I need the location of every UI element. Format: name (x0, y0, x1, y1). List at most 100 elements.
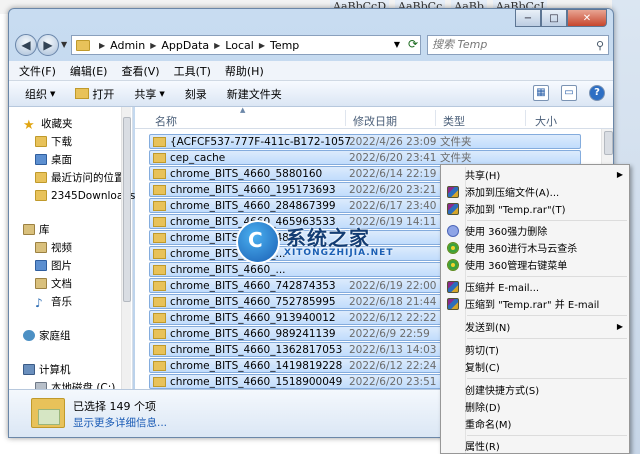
maximize-button[interactable]: □ (541, 9, 567, 27)
nav-videos[interactable]: 视频 (35, 239, 72, 256)
refresh-icon[interactable]: ⟳ (408, 37, 418, 51)
search-placeholder: 搜索 Temp (432, 38, 488, 51)
nav-libraries[interactable]: 库 (23, 221, 50, 238)
menu-help[interactable]: 帮助(H) (225, 63, 264, 79)
nav-scrollbar[interactable] (121, 107, 131, 389)
organize-button[interactable]: 组织 ▼ (25, 86, 55, 102)
menu-item-share[interactable]: 共享(H) ▶ (443, 166, 627, 183)
show-more-details-link[interactable]: 显示更多详细信息... (73, 415, 167, 430)
menu-item-add-archive[interactable]: 添加到压缩文件(A)... (443, 183, 627, 200)
nav-pictures[interactable]: 图片 (35, 257, 72, 274)
menu-label: 属性(R) (465, 442, 500, 453)
back-button[interactable]: ◀ (15, 34, 37, 56)
menu-item-360-trojan-scan[interactable]: 使用 360进行木马云查杀 (443, 239, 627, 256)
360-manage-icon (447, 258, 459, 271)
menu-item-compress-temp-email[interactable]: 压缩到 "Temp.rar" 并 E-mail (443, 295, 627, 312)
library-icon (23, 224, 35, 235)
nav-computer[interactable]: 计算机 (23, 361, 71, 378)
breadcrumb-temp[interactable]: Temp (270, 39, 299, 52)
burn-button[interactable]: 刻录 (185, 86, 207, 102)
chevron-down-icon: ▼ (159, 89, 165, 98)
breadcrumb-admin[interactable]: Admin (110, 39, 145, 52)
new-folder-button[interactable]: 新建文件夹 (227, 86, 282, 102)
nav-desktop[interactable]: 桌面 (35, 151, 72, 168)
site-watermark: C 系统之家 XITONGZHIJIA.NET (236, 214, 426, 274)
file-row[interactable]: {ACFCF537-777F-411c-B172-1057F89...2022/… (149, 134, 581, 149)
watermark-url: XITONGZHIJIA.NET (284, 248, 394, 258)
nav-homegroup[interactable]: 家庭组 (23, 327, 71, 344)
column-type[interactable]: 类型 (443, 113, 465, 129)
folder-icon (153, 200, 166, 211)
help-icon[interactable]: ? (589, 85, 605, 101)
nav-recent[interactable]: 最近访问的位置 (35, 169, 125, 186)
column-divider[interactable] (525, 110, 526, 126)
minimize-button[interactable]: − (515, 9, 541, 27)
nav-label: 图片 (51, 260, 72, 272)
breadcrumb-local[interactable]: Local (225, 39, 254, 52)
submenu-arrow-icon: ▶ (616, 170, 623, 179)
menu-view[interactable]: 查看(V) (121, 63, 159, 79)
menu-tools[interactable]: 工具(T) (174, 63, 211, 79)
chevron-down-icon: ▼ (50, 89, 56, 98)
file-name: cep_cache (170, 151, 226, 164)
selection-folder-icon (31, 398, 65, 428)
file-name: chrome_BITS_4660_284867399 (170, 199, 336, 212)
folder-icon (153, 152, 166, 163)
folder-icon (153, 312, 166, 323)
file-name: chrome_BITS_4660_989241139 (170, 327, 336, 340)
view-options-icon[interactable]: ▦ (533, 85, 549, 101)
nav-downloads[interactable]: 下载 (35, 133, 72, 150)
menu-label: 删除(D) (465, 403, 501, 414)
search-icon[interactable]: ⚲ (596, 37, 604, 55)
column-divider[interactable] (345, 110, 346, 126)
nav-favorites[interactable]: ★ 收藏夹 (23, 115, 73, 133)
menu-item-copy[interactable]: 复制(C) (443, 358, 627, 375)
menu-item-360-force-delete[interactable]: 使用 360强力删除 (443, 222, 627, 239)
scroll-thumb[interactable] (604, 131, 613, 155)
menu-label: 复制(C) (465, 363, 500, 374)
breadcrumb-appdata[interactable]: AppData (161, 39, 209, 52)
menu-item-cut[interactable]: 剪切(T) (443, 341, 627, 358)
nav-label: 视频 (51, 242, 72, 254)
desktop-icon (35, 154, 47, 165)
recent-pages-dropdown[interactable]: ▼ (61, 40, 67, 49)
winrar-icon (447, 280, 459, 293)
menu-separator (467, 315, 627, 316)
menu-item-360-manage-menu[interactable]: 使用 360管理右键菜单 (443, 256, 627, 273)
column-divider[interactable] (435, 110, 436, 126)
preview-pane-icon[interactable]: ▭ (561, 85, 577, 101)
file-type: 文件夹 (440, 152, 472, 164)
close-button[interactable]: ✕ (567, 9, 607, 27)
forward-button[interactable]: ▶ (37, 34, 59, 56)
organize-label: 组织 (25, 87, 47, 101)
menu-item-rename[interactable]: 重命名(M) (443, 415, 627, 432)
column-name[interactable]: 名称 (155, 113, 177, 129)
search-input[interactable]: 搜索 Temp ⚲ (427, 35, 609, 55)
menu-item-properties[interactable]: 属性(R) (443, 437, 627, 454)
caption-buttons: − □ ✕ (515, 9, 607, 27)
menu-edit[interactable]: 编辑(E) (70, 63, 108, 79)
file-name: chrome_BITS_4660_195173693 (170, 183, 336, 196)
folder-icon (153, 232, 166, 243)
menu-item-send-to[interactable]: 发送到(N) ▶ (443, 318, 627, 335)
address-dropdown[interactable]: ▼ (394, 40, 400, 49)
address-bar[interactable]: ▶ Admin ▶ AppData ▶ Local ▶ Temp ▼ ⟳ (71, 35, 421, 55)
nav-documents[interactable]: 文档 (35, 275, 72, 292)
folder-icon (153, 344, 166, 355)
computer-icon (23, 364, 35, 375)
menu-item-add-temp-rar[interactable]: 添加到 "Temp.rar"(T) (443, 200, 627, 217)
picture-library-icon (35, 260, 47, 271)
menu-item-create-shortcut[interactable]: 创建快捷方式(S) (443, 381, 627, 398)
open-button[interactable]: 打开 (75, 86, 114, 102)
nav-music[interactable]: ♪ 音乐 (35, 293, 72, 310)
file-row[interactable]: cep_cache 2022/6/20 23:41 文件夹 (149, 150, 581, 165)
share-button[interactable]: 共享 ▼ (134, 86, 164, 102)
menu-item-delete[interactable]: 删除(D) (443, 398, 627, 415)
nav-label: 下载 (51, 136, 72, 148)
column-date[interactable]: 修改日期 (353, 113, 397, 129)
scroll-thumb[interactable] (123, 117, 131, 302)
menu-bar: 文件(F) 编辑(E) 查看(V) 工具(T) 帮助(H) (9, 61, 613, 81)
menu-item-compress-email[interactable]: 压缩并 E-mail... (443, 278, 627, 295)
column-size[interactable]: 大小 (535, 113, 557, 129)
menu-file[interactable]: 文件(F) (19, 63, 56, 79)
